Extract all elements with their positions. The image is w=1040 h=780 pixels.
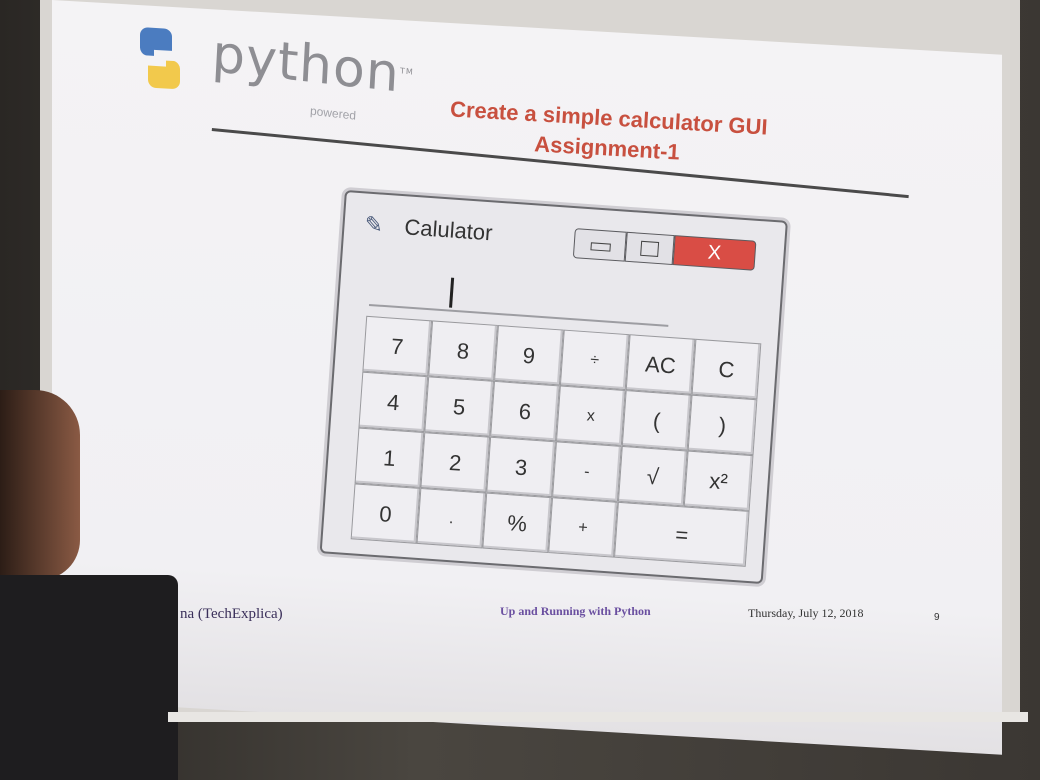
percent-button[interactable]: % bbox=[482, 492, 553, 554]
window-title: Calulator bbox=[403, 214, 494, 246]
footer-page: 9 bbox=[934, 612, 940, 623]
eight-button[interactable]: 8 bbox=[428, 320, 498, 381]
nine-button[interactable]: 9 bbox=[494, 324, 564, 386]
display-field[interactable] bbox=[368, 264, 672, 327]
footer-date: Thursday, July 12, 2018 bbox=[748, 606, 864, 620]
three-button[interactable]: 3 bbox=[486, 436, 556, 498]
footer-course: Up and Running with Python bbox=[500, 604, 651, 618]
decimal-button[interactable]: . bbox=[416, 487, 487, 549]
divide-button[interactable]: ÷ bbox=[559, 329, 630, 391]
laptop bbox=[0, 575, 178, 780]
five-button[interactable]: 5 bbox=[424, 376, 495, 437]
presenter-head bbox=[0, 390, 80, 580]
plus-button[interactable]: + bbox=[548, 497, 618, 558]
screen-bottom-bar bbox=[168, 712, 1028, 722]
footer-author: na (TechExplica) bbox=[180, 606, 283, 622]
zero-button[interactable]: 0 bbox=[350, 483, 421, 544]
two-button[interactable]: 2 bbox=[420, 432, 491, 493]
open-paren-button[interactable]: ( bbox=[621, 390, 692, 451]
minimize-button[interactable] bbox=[572, 228, 627, 262]
close-button[interactable]: X bbox=[672, 235, 757, 271]
text-cursor bbox=[449, 277, 455, 308]
multiply-button[interactable]: x bbox=[555, 385, 626, 446]
square-button[interactable]: x² bbox=[683, 450, 754, 512]
close-paren-button[interactable]: ) bbox=[687, 394, 758, 456]
powered-label: powered bbox=[309, 103, 357, 123]
python-logo-icon bbox=[140, 27, 180, 89]
maximize-button[interactable] bbox=[624, 231, 675, 266]
python-wordmark: pythonTM bbox=[210, 24, 415, 105]
minus-button[interactable]: - bbox=[552, 441, 622, 502]
feather-icon: ✎ bbox=[363, 211, 384, 238]
seven-button[interactable]: 7 bbox=[362, 315, 433, 377]
calculator-window: ✎ Calulator X 7 8 9 ÷ AC C 4 5 6 x() 1 2 3- √ x² 0.% + = bbox=[319, 190, 788, 585]
keypad: 7 8 9 ÷ AC C 4 5 6 x() 1 2 3- √ x² 0.% + = bbox=[350, 315, 762, 567]
equals-button[interactable]: = bbox=[614, 501, 750, 567]
sqrt-button[interactable]: √ bbox=[617, 445, 688, 507]
clear-button[interactable]: C bbox=[691, 338, 762, 400]
six-button[interactable]: 6 bbox=[490, 380, 560, 442]
all-clear-button[interactable]: AC bbox=[625, 334, 696, 395]
four-button[interactable]: 4 bbox=[358, 371, 429, 433]
one-button[interactable]: 1 bbox=[354, 427, 425, 488]
